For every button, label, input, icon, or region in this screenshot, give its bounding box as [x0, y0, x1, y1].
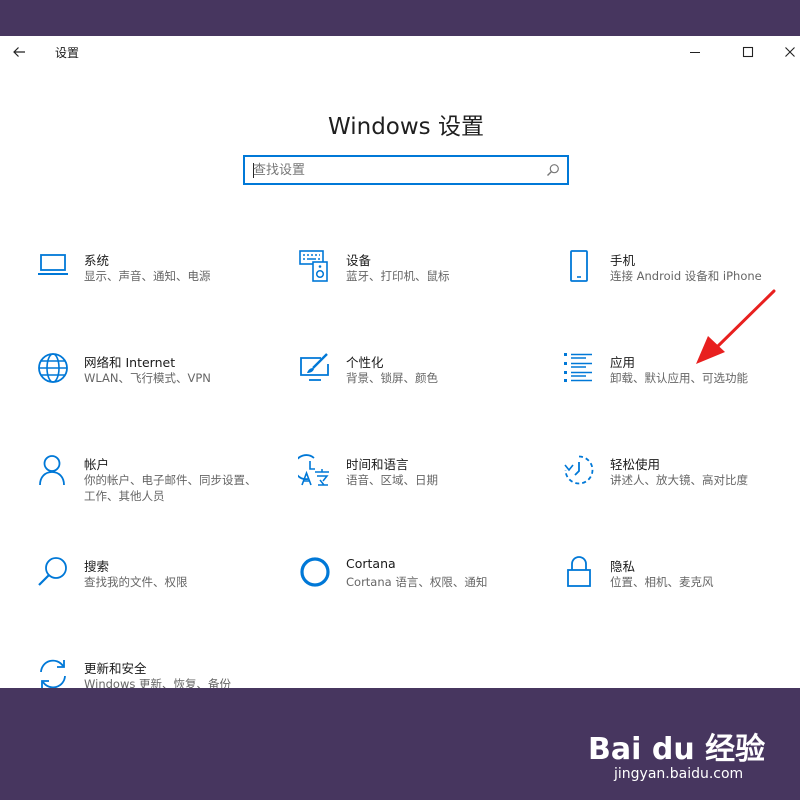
minimize-button[interactable]: [682, 40, 708, 64]
tile-name: 设备: [346, 253, 372, 268]
tile-ease-of-access[interactable]: 轻松使用 讲述人、放大镜、高对比度: [562, 454, 782, 524]
keyboard-speaker-icon: [298, 250, 332, 284]
watermark-logo: Bai du 经验: [588, 732, 766, 767]
tile-description: Cortana 语言、权限、通知: [346, 575, 488, 589]
tile-name: 帐户: [84, 457, 110, 472]
minimize-icon: [690, 52, 700, 53]
tile-description: 蓝牙、打印机、鼠标: [346, 269, 450, 283]
tile-description: WLAN、飞行模式、VPN: [84, 371, 211, 385]
apps-list-icon: [562, 352, 596, 386]
tile-name: 轻松使用: [610, 457, 661, 472]
tile-accounts[interactable]: 帐户 你的帐户、电子邮件、同步设置、工作、其他人员: [36, 454, 257, 524]
title-bar: 设置: [0, 36, 800, 68]
tile-description: 连接 Android 设备和 iPhone: [610, 269, 762, 283]
tile-privacy[interactable]: 隐私 位置、相机、麦克风: [562, 556, 782, 626]
maximize-button[interactable]: [735, 40, 761, 64]
tile-name: 隐私: [610, 559, 636, 574]
search-input[interactable]: [253, 157, 533, 183]
tile-name: 应用: [610, 355, 636, 370]
cortana-circle-icon: [298, 556, 332, 590]
search-box[interactable]: [243, 155, 569, 185]
tile-time-language[interactable]: 时间和语言 语音、区域、日期: [298, 454, 518, 524]
close-icon: [785, 47, 795, 57]
magnifier-icon: [36, 556, 70, 590]
maximize-icon: [742, 46, 754, 58]
tile-phone[interactable]: 手机 连接 Android 设备和 iPhone: [562, 250, 782, 320]
paint-screen-icon: [298, 352, 332, 386]
tile-name: 手机: [610, 253, 636, 268]
tile-description: 卸载、默认应用、可选功能: [610, 371, 748, 385]
ease-of-access-icon: [562, 454, 596, 488]
tile-update-security[interactable]: 更新和安全 Windows 更新、恢复、备份: [36, 658, 256, 688]
tile-description: 讲述人、放大镜、高对比度: [610, 473, 748, 487]
tile-description: 语音、区域、日期: [346, 473, 438, 487]
globe-icon: [36, 352, 70, 386]
phone-icon: [562, 250, 596, 284]
lock-icon: [562, 556, 596, 590]
close-button[interactable]: [777, 40, 800, 64]
laptop-icon: [36, 250, 70, 284]
tile-apps[interactable]: 应用 卸载、默认应用、可选功能: [562, 352, 782, 422]
tile-search[interactable]: 搜索 查找我的文件、权限: [36, 556, 256, 626]
back-button[interactable]: [8, 41, 30, 63]
tile-description: 背景、锁屏、颜色: [346, 371, 438, 385]
tile-name: 个性化: [346, 355, 384, 370]
tile-personalization[interactable]: 个性化 背景、锁屏、颜色: [298, 352, 518, 422]
tile-description: 你的帐户、电子邮件、同步设置、工作、其他人员: [84, 473, 257, 503]
tile-name: Cortana: [346, 556, 396, 571]
tile-name: 时间和语言: [346, 457, 409, 472]
tile-name: 搜索: [84, 559, 110, 574]
watermark-url: jingyan.baidu.com: [614, 766, 744, 782]
window-title: 设置: [55, 46, 80, 60]
tile-description: Windows 更新、恢复、备份: [84, 677, 231, 688]
tile-network[interactable]: 网络和 Internet WLAN、飞行模式、VPN: [36, 352, 256, 422]
time-language-icon: [298, 454, 332, 488]
tile-system[interactable]: 系统 显示、声音、通知、电源: [36, 250, 256, 320]
settings-window: 设置 Windows 设置 查找设置 系统 显示、声音、通知、电源 设备 蓝牙、…: [0, 36, 800, 688]
page-title: Windows 设置: [328, 114, 484, 141]
tile-description: 查找我的文件、权限: [84, 575, 188, 589]
tile-name: 系统: [84, 253, 110, 268]
sync-icon: [36, 658, 70, 688]
tile-name: 更新和安全: [84, 661, 147, 676]
arrow-left-icon: [13, 47, 25, 57]
tile-description: 显示、声音、通知、电源: [84, 269, 211, 283]
watermark: Bai du 经验 jingyan.baidu.com: [588, 712, 788, 792]
tile-description: 位置、相机、麦克风: [610, 575, 714, 589]
search-icon[interactable]: [545, 162, 561, 178]
person-icon: [36, 454, 70, 488]
tile-cortana[interactable]: Cortana Cortana 语言、权限、通知: [298, 556, 518, 626]
tile-devices[interactable]: 设备 蓝牙、打印机、鼠标: [298, 250, 518, 320]
tile-name: 网络和 Internet: [84, 355, 176, 370]
